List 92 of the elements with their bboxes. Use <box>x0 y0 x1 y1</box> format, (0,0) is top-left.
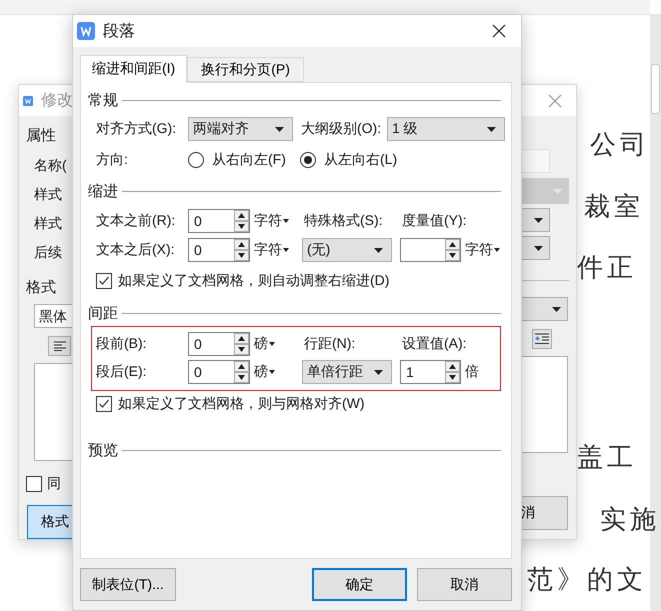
caret-icon[interactable] <box>269 370 275 374</box>
spin-box[interactable]: 0 <box>188 360 250 384</box>
checkmark-icon <box>98 398 110 410</box>
caret-icon[interactable] <box>283 248 289 252</box>
dropdown[interactable] <box>521 208 550 232</box>
line-spacing-dropdown[interactable]: 单倍行距 <box>302 360 392 384</box>
field-label: 设置值(A): <box>402 335 467 353</box>
tab[interactable]: 缩进和间距(I) <box>80 55 188 83</box>
dropdown[interactable] <box>521 236 550 260</box>
field-label: 文本之后(X): <box>96 241 176 259</box>
section-heading: 常规 <box>88 90 118 110</box>
spinner-arrows-icon[interactable] <box>445 361 460 383</box>
unit-dropdown[interactable]: 字符 <box>250 212 302 230</box>
section-heading: 缩进 <box>88 182 118 200</box>
checkbox[interactable] <box>26 476 42 492</box>
field-label: 样式 <box>34 215 62 232</box>
radio-button[interactable] <box>188 152 204 168</box>
indent-icon[interactable] <box>532 329 552 349</box>
field-label: 段后(E): <box>96 363 148 381</box>
unit-dropdown[interactable]: 磅 <box>250 335 302 353</box>
window-title: 修改 <box>41 91 73 111</box>
checkbox-label: 如果定义了文档网格，则自动调整右缩进(D) <box>118 272 390 290</box>
document-text: 公司 <box>590 129 650 162</box>
spinner-arrows-icon[interactable] <box>445 239 460 261</box>
checkbox[interactable] <box>96 396 112 412</box>
format-button[interactable]: 格式 <box>27 505 73 539</box>
document-text: 范》的文 <box>527 564 647 597</box>
caret-icon[interactable] <box>494 248 500 252</box>
caret-icon <box>275 126 284 132</box>
unit-dropdown[interactable]: 字符 <box>250 241 302 259</box>
radio-label: 从左向右(L) <box>324 151 398 169</box>
caret-icon[interactable] <box>269 342 275 346</box>
tab[interactable]: 换行和分页(P) <box>187 57 304 82</box>
outline-level-dropdown[interactable]: 1 级 <box>387 117 505 141</box>
cancel-button[interactable]: 取消 <box>417 568 512 601</box>
radio-button[interactable] <box>300 152 316 168</box>
field-label: 文本之前(R): <box>96 212 176 230</box>
checkbox[interactable] <box>96 273 112 289</box>
unit-label: 倍 <box>464 363 479 381</box>
spinner-arrows-icon[interactable] <box>234 333 249 355</box>
scrollbar-thumb[interactable] <box>651 64 660 114</box>
app-logo-icon <box>77 22 95 40</box>
special-format-dropdown[interactable]: (无) <box>302 238 392 262</box>
field-label: 段前(B): <box>96 335 148 353</box>
field-label: 方向: <box>96 151 129 169</box>
spinner-arrows-icon[interactable] <box>234 239 249 261</box>
caret-icon <box>534 246 543 250</box>
spin-box[interactable]: 0 <box>188 332 250 356</box>
field-label: 名称( <box>34 157 67 174</box>
unit-dropdown[interactable]: 磅 <box>250 363 302 381</box>
radio-label: 从右向左(F) <box>212 151 286 169</box>
spin-box[interactable]: 1 <box>400 360 461 384</box>
caret-icon <box>374 248 383 252</box>
field-label: 对齐方式(G): <box>96 120 178 138</box>
section-heading: 属性 <box>26 126 56 145</box>
align-left-icon[interactable] <box>48 336 71 356</box>
caret-icon <box>552 306 561 312</box>
section-heading: 格式 <box>26 278 56 297</box>
alignment-dropdown[interactable]: 两端对齐 <box>188 117 293 141</box>
document-text: 实施 <box>600 504 660 537</box>
checkbox-label: 如果定义了文档网格，则与网格对齐(W) <box>118 395 365 413</box>
font-dropdown[interactable]: 黑体 <box>34 304 73 328</box>
section-heading: 间距 <box>88 304 118 322</box>
section-heading: 预览 <box>88 440 118 460</box>
caret-icon <box>374 370 383 374</box>
spin-box[interactable] <box>400 238 461 262</box>
field-label: 样式 <box>34 186 62 203</box>
window-title: 段落 <box>103 22 135 42</box>
spinner-arrows-icon[interactable] <box>234 361 249 383</box>
document-text: 盖工 <box>577 442 637 475</box>
cancel-button[interactable]: 消 <box>521 496 568 530</box>
spin-box[interactable]: 0 <box>188 238 250 262</box>
spin-box[interactable]: 0 <box>188 209 250 233</box>
document-text: 裁室 <box>584 191 644 224</box>
close-icon[interactable] <box>492 24 506 38</box>
document-text: 件正 <box>577 252 637 285</box>
tabs-button[interactable]: 制表位(T)... <box>80 568 176 601</box>
caret-icon <box>534 218 543 222</box>
checkmark-icon <box>98 275 110 287</box>
field-label: 度量值(Y): <box>402 212 467 230</box>
field-label: 后续 <box>34 244 62 261</box>
caret-icon[interactable] <box>283 219 289 223</box>
unit-dropdown[interactable]: 字符 <box>461 241 513 259</box>
field-label: 行距(N): <box>304 335 356 353</box>
checkbox-label: 同 <box>47 475 61 493</box>
input-field[interactable] <box>521 149 550 173</box>
field-label: 特殊格式(S): <box>304 212 384 230</box>
ok-button[interactable]: 确定 <box>312 568 407 601</box>
caret-icon <box>487 126 496 132</box>
caret-icon <box>553 188 562 194</box>
field-label: 大纲级别(O): <box>301 120 382 138</box>
spinner-arrows-icon[interactable] <box>234 210 249 232</box>
